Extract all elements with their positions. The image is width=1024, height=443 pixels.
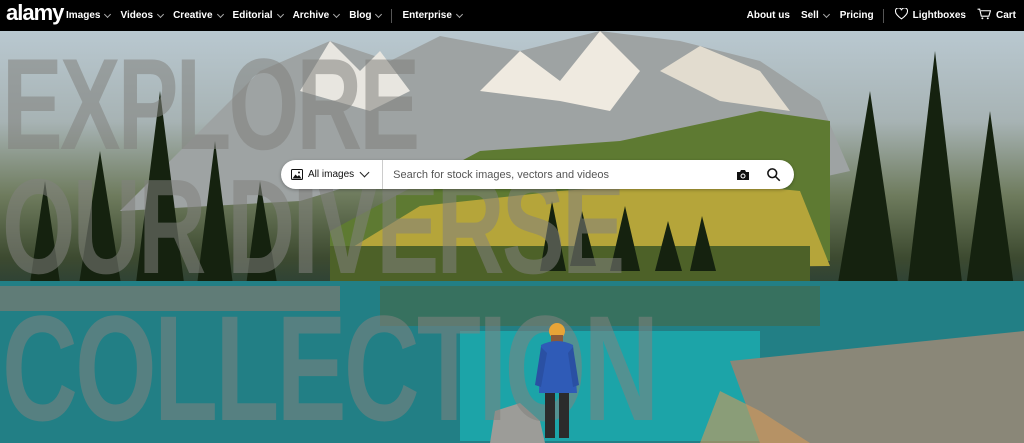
nav-divider: [882, 8, 884, 23]
nav-lightboxes[interactable]: Lightboxes: [894, 7, 966, 23]
nav-blog[interactable]: Blog: [349, 10, 383, 21]
mountain-illustration: [0, 31, 1024, 443]
category-dropdown[interactable]: All images: [281, 160, 384, 189]
nav-cart[interactable]: Cart: [977, 8, 1016, 23]
chevron-down-icon: [822, 10, 830, 18]
hero-banner: EXPLORE OUR DIVERSE COLLECTION All image…: [0, 31, 1024, 443]
nav-divider: [391, 8, 393, 23]
chevron-down-icon: [216, 10, 224, 18]
search-button[interactable]: [758, 160, 788, 189]
nav-sell[interactable]: Sell: [800, 10, 830, 21]
nav-creative-label: Creative: [173, 10, 213, 21]
camera-icon: [737, 169, 749, 180]
nav-blog-label: Blog: [349, 10, 372, 21]
top-navigation-bar: alamy Images Videos Creative Editorial A…: [0, 0, 1024, 31]
chevron-down-icon: [375, 10, 383, 18]
nav-images-label: Images: [66, 10, 101, 21]
category-dropdown-label: All images: [308, 169, 355, 180]
nav-videos[interactable]: Videos: [120, 10, 165, 21]
nav-editorial[interactable]: Editorial: [232, 10, 284, 21]
nav-videos-label: Videos: [120, 10, 154, 21]
search-icon: [766, 168, 780, 182]
search-bar: All images: [281, 160, 794, 189]
chevron-down-icon: [455, 10, 463, 18]
chevron-down-icon: [104, 10, 112, 18]
nav-archive[interactable]: Archive: [292, 10, 341, 21]
nav-creative[interactable]: Creative: [173, 10, 224, 21]
alamy-logo[interactable]: alamy: [6, 0, 64, 31]
nav-enterprise[interactable]: Enterprise: [402, 10, 463, 21]
nav-archive-label: Archive: [292, 10, 330, 21]
image-icon: [291, 169, 303, 180]
nav-images[interactable]: Images: [66, 10, 112, 21]
nav-about-us[interactable]: About us: [747, 10, 790, 21]
cart-icon: [977, 8, 992, 23]
account-nav: About us Sell Pricing Lightboxes Cart: [736, 0, 1016, 31]
search-by-image-button[interactable]: [728, 160, 758, 189]
main-nav: Images Videos Creative Editorial Archive…: [66, 0, 472, 31]
chevron-down-icon: [276, 10, 284, 18]
nav-pricing[interactable]: Pricing: [840, 10, 874, 21]
hiker-figure: [535, 323, 579, 438]
nav-editorial-label: Editorial: [232, 10, 273, 21]
page: alamy Images Videos Creative Editorial A…: [0, 0, 1024, 443]
chevron-down-icon: [157, 10, 165, 18]
heart-icon: [894, 7, 908, 23]
nav-sell-label: Sell: [800, 10, 819, 21]
nav-enterprise-label: Enterprise: [402, 10, 452, 21]
search-input[interactable]: [383, 168, 728, 181]
nav-cart-label: Cart: [995, 10, 1016, 21]
chevron-down-icon: [359, 167, 370, 178]
chevron-down-icon: [333, 10, 341, 18]
nav-lightboxes-label: Lightboxes: [912, 10, 966, 21]
